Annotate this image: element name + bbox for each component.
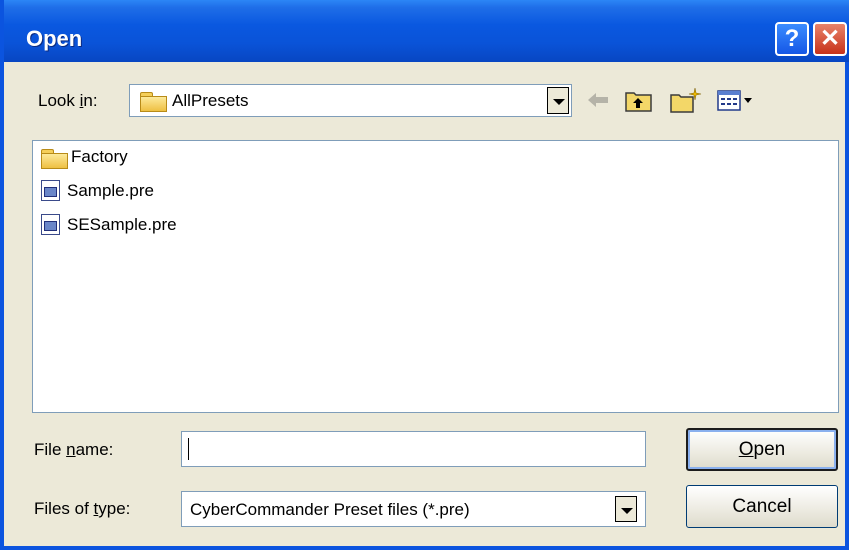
- files-of-type-value: CyberCommander Preset files (*.pre): [190, 500, 470, 519]
- up-one-level-icon[interactable]: [624, 86, 654, 114]
- look-in-dropdown-arrow[interactable]: [547, 87, 569, 114]
- folder-icon: [39, 145, 69, 169]
- look-in-label-text: Look: [38, 91, 80, 110]
- look-in-label-text-end: n:: [83, 91, 98, 110]
- list-item-folder[interactable]: Factory: [39, 143, 128, 171]
- dialog-title: Open: [26, 26, 83, 51]
- text-caret: [188, 438, 189, 460]
- new-folder-icon[interactable]: [669, 86, 703, 114]
- files-of-type-label: Files of type:: [34, 499, 130, 519]
- look-in-label: Look in:: [38, 91, 98, 111]
- files-of-type-label-text: Files of: [34, 499, 94, 518]
- open-button-hotkey: O: [738, 439, 754, 460]
- file-list[interactable]: Factory Sample.pre SESample.pre: [32, 140, 839, 413]
- file-name: Sample.pre: [67, 181, 154, 200]
- preset-file-icon: [39, 213, 65, 237]
- look-in-combo[interactable]: AllPresets: [129, 84, 572, 117]
- file-name-label: File name:: [34, 440, 113, 460]
- file-name: Factory: [71, 147, 128, 166]
- view-menu-icon[interactable]: [716, 86, 756, 114]
- cancel-button[interactable]: Cancel: [686, 485, 838, 528]
- file-name: SESample.pre: [67, 215, 177, 234]
- list-item-file[interactable]: SESample.pre: [39, 211, 177, 239]
- files-of-type-combo[interactable]: CyberCommander Preset files (*.pre): [181, 491, 646, 527]
- file-name-input[interactable]: [181, 431, 646, 467]
- list-item-file[interactable]: Sample.pre: [39, 177, 154, 205]
- files-of-type-label-text-end: ype:: [98, 499, 131, 518]
- open-button-label: pen: [753, 439, 786, 460]
- close-button[interactable]: ✕: [813, 22, 847, 56]
- file-name-label-hotkey: n: [66, 440, 76, 459]
- open-button[interactable]: Open: [686, 428, 838, 471]
- preset-file-icon: [39, 179, 65, 203]
- file-name-label-text: File: [34, 440, 67, 459]
- file-name-label-text-end: ame:: [75, 440, 114, 459]
- title-bar[interactable]: Open ? ✕: [4, 0, 849, 62]
- folder-icon: [138, 88, 168, 112]
- back-arrow-icon[interactable]: [584, 86, 612, 114]
- look-in-value: AllPresets: [172, 91, 249, 110]
- help-button[interactable]: ?: [775, 22, 809, 56]
- open-dialog: Open ? ✕ Look in: AllPresets Factory Sam…: [0, 0, 849, 550]
- files-of-type-dropdown-arrow[interactable]: [615, 496, 637, 522]
